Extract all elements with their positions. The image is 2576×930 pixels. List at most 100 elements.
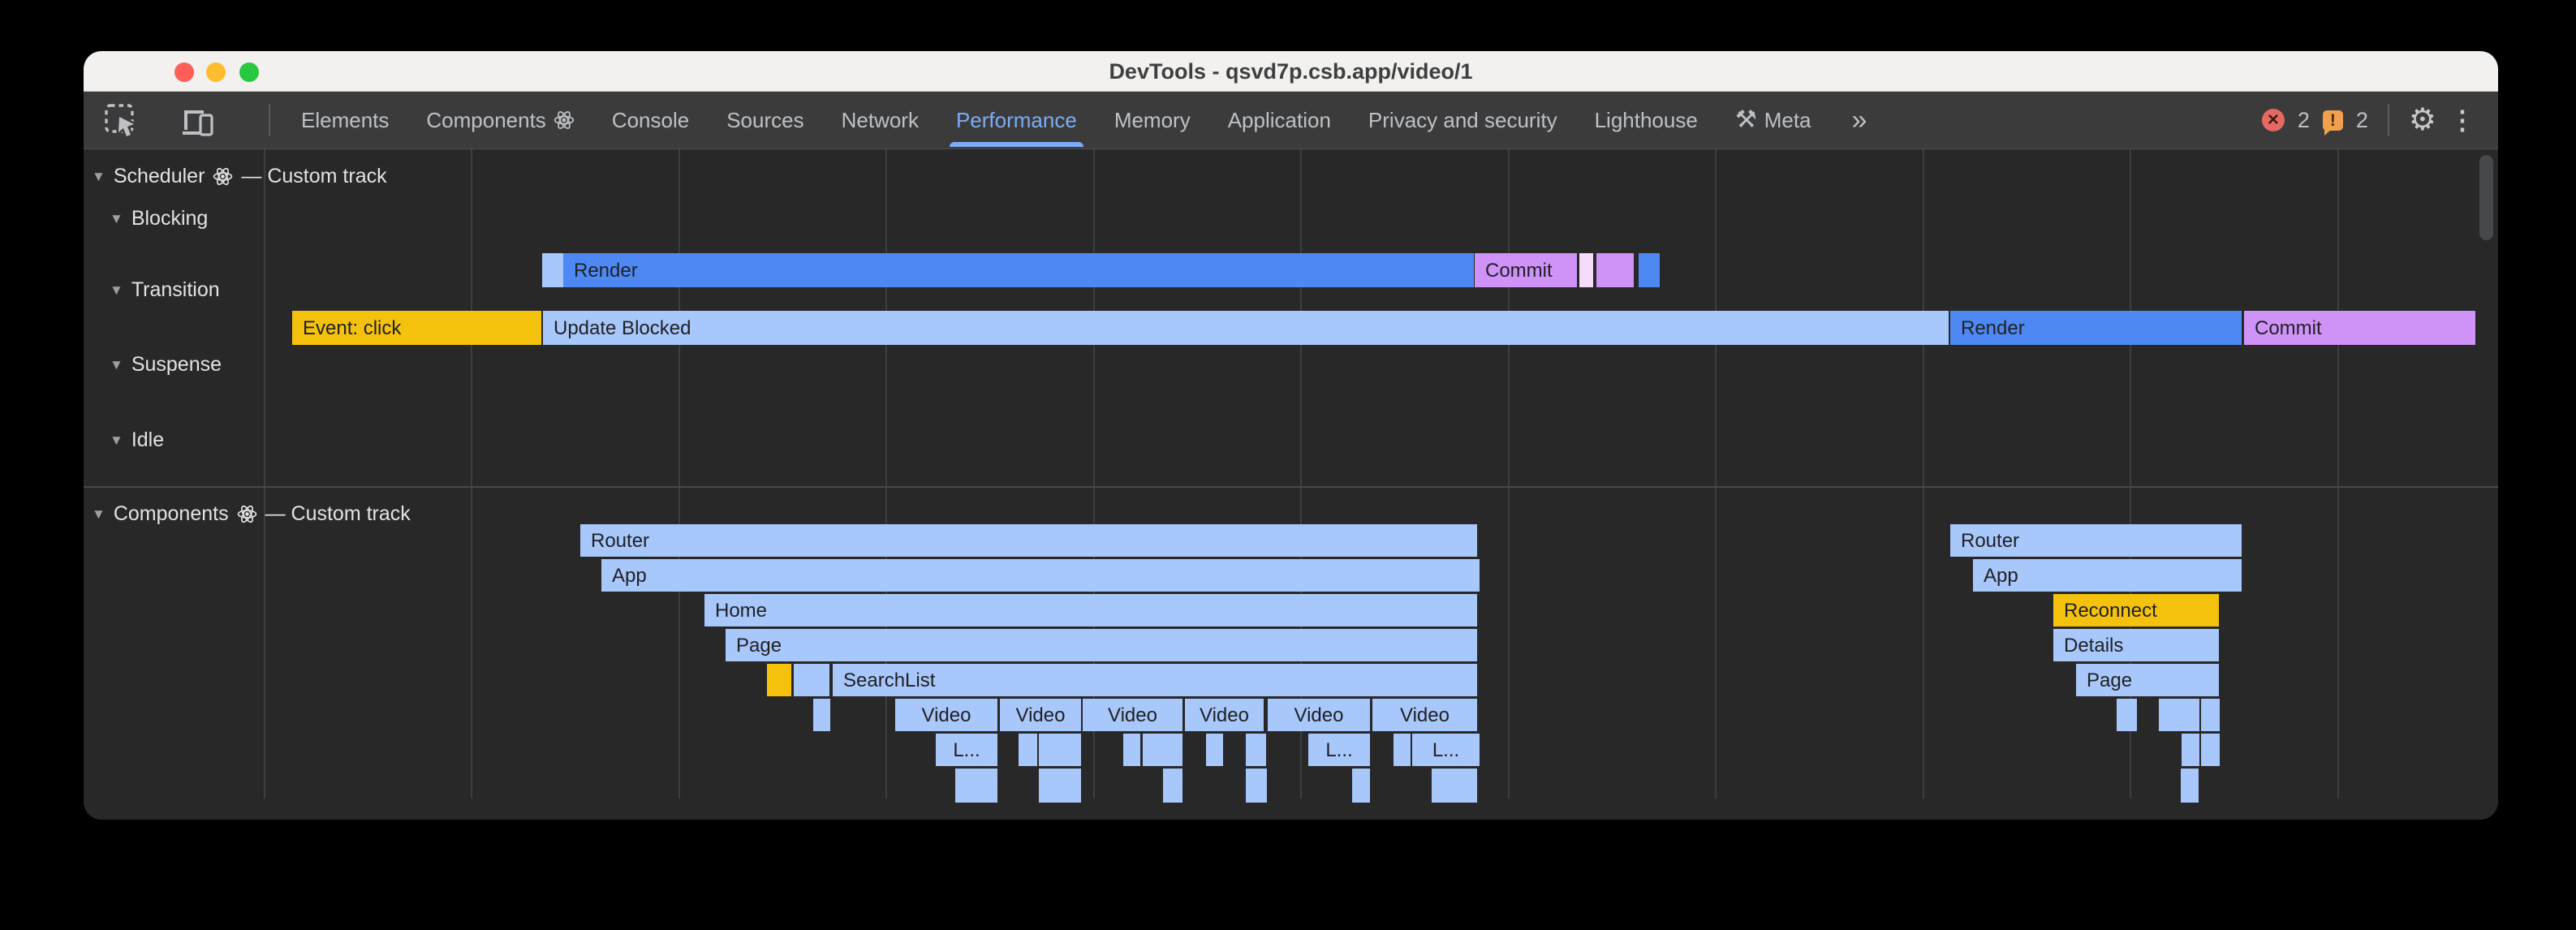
flame-bar[interactable] [1039, 734, 1081, 766]
flame-bar-video[interactable]: Video [895, 699, 997, 731]
tab-privacy-and-security[interactable]: Privacy and security [1368, 92, 1557, 149]
tab-label: Lighthouse [1595, 92, 1698, 149]
more-tabs[interactable]: » [1849, 92, 1867, 149]
flame-bar-render[interactable]: Render [563, 253, 1474, 287]
flame-bar-home[interactable]: Home [704, 594, 1477, 626]
flame-bar-commit[interactable]: Commit [1475, 253, 1577, 287]
flame-bar-page[interactable]: Page [726, 629, 1477, 661]
track-header-label: Components [114, 502, 229, 526]
toolbar-divider [2388, 104, 2389, 136]
tab-elements[interactable]: Elements [301, 92, 389, 149]
track-header-components[interactable]: ▼ Components — Custom track [92, 502, 411, 526]
flame-bar[interactable] [1019, 734, 1037, 766]
flame-bar-router[interactable]: Router [580, 524, 1477, 557]
tab-console[interactable]: Console [612, 92, 689, 149]
tab-performance[interactable]: Performance [956, 92, 1077, 149]
more-options-icon[interactable]: ⋮ [2449, 105, 2475, 136]
track-header-suffix: — Custom track [265, 502, 411, 526]
flame-bar-page[interactable]: Page [2076, 664, 2219, 696]
flame-bar[interactable] [1039, 769, 1081, 803]
flame-bar[interactable] [2182, 734, 2199, 766]
flame-bar[interactable] [1394, 734, 1411, 766]
flame-bar[interactable] [2201, 734, 2220, 766]
flame-bar-update-blocked[interactable]: Update Blocked [543, 311, 1949, 345]
tab-components[interactable]: Components [426, 92, 574, 149]
error-count-icon[interactable]: × [2262, 109, 2285, 131]
vertical-scrollbar[interactable] [2479, 155, 2493, 240]
flame-bar-l-[interactable]: L... [1308, 734, 1370, 766]
flame-bar[interactable] [1432, 769, 1477, 803]
flame-bar[interactable] [1639, 253, 1660, 287]
warning-count-icon[interactable]: ! [2323, 110, 2343, 131]
tab-label: Console [612, 92, 689, 149]
lane-label-text: Idle [131, 428, 164, 452]
flame-bar[interactable] [1163, 769, 1182, 803]
gridline [1715, 149, 1717, 799]
tab-lighthouse[interactable]: Lighthouse [1595, 92, 1698, 149]
tab-label: Meta [1764, 92, 1811, 149]
lane-label-blocking[interactable]: ▼ Blocking [110, 207, 208, 230]
flame-bar-reconnect[interactable]: Reconnect [2053, 594, 2219, 626]
tab-label: Elements [301, 92, 389, 149]
tab-label: Components [426, 92, 545, 149]
flame-bar[interactable] [1206, 734, 1223, 766]
tab-network[interactable]: Network [842, 92, 919, 149]
collapse-triangle-icon[interactable]: ▼ [110, 357, 123, 373]
flame-bar[interactable] [1123, 734, 1140, 766]
device-toolbar-icon[interactable] [179, 102, 215, 138]
track-header-scheduler[interactable]: ▼Scheduler— Custom track [92, 165, 387, 188]
flame-bar[interactable] [2181, 769, 2199, 803]
flame-bar-router[interactable]: Router [1950, 524, 2242, 557]
flame-bar[interactable] [1352, 769, 1370, 803]
flame-bar[interactable] [2117, 699, 2137, 731]
warning-count[interactable]: 2 [2356, 108, 2368, 133]
collapse-triangle-icon[interactable]: ▼ [110, 433, 123, 449]
flame-bar[interactable] [1596, 253, 1634, 287]
flame-bar[interactable] [542, 253, 563, 287]
flame-bar[interactable] [1246, 734, 1266, 766]
flame-bar-event-click[interactable]: Event: click [292, 311, 541, 345]
flame-bar-searchlist[interactable]: SearchList [833, 664, 1477, 696]
tab-memory[interactable]: Memory [1114, 92, 1191, 149]
flame-bar[interactable] [813, 699, 830, 731]
flame-bar-l-[interactable]: L... [936, 734, 997, 766]
collapse-triangle-icon[interactable]: ▼ [92, 506, 106, 523]
tab-label: Network [842, 92, 919, 149]
flame-bar-app[interactable]: App [601, 559, 1480, 592]
error-count[interactable]: 2 [2298, 108, 2310, 133]
flame-bar-details[interactable]: Details [2053, 629, 2219, 661]
flame-bar[interactable] [2201, 699, 2220, 731]
flame-bar-l-[interactable]: L... [1412, 734, 1480, 766]
flame-bar-video[interactable]: Video [1372, 699, 1477, 731]
flame-bar[interactable] [955, 769, 997, 803]
toolbar-divider [269, 104, 270, 136]
tab-meta[interactable]: ⚒Meta [1735, 92, 1811, 149]
collapse-triangle-icon[interactable]: ▼ [110, 211, 123, 227]
lane-label-text: Blocking [131, 207, 209, 230]
flame-bar-commit[interactable]: Commit [2244, 311, 2475, 345]
collapse-triangle-icon[interactable]: ▼ [92, 169, 106, 185]
lane-label-idle[interactable]: ▼ Idle [110, 428, 164, 452]
lane-label-suspense[interactable]: ▼Suspense [110, 353, 222, 377]
flame-bar[interactable] [1246, 769, 1267, 803]
tab-application[interactable]: Application [1228, 92, 1331, 149]
flame-bar-video[interactable]: Video [1268, 699, 1370, 731]
flame-bar-render[interactable]: Render [1950, 311, 2242, 345]
performance-timeline: ▼Scheduler— Custom track▼Blocking▼Transi… [84, 149, 2498, 820]
flame-bar[interactable] [1143, 734, 1182, 766]
flame-bar-video[interactable]: Video [1000, 699, 1081, 731]
settings-gear-icon[interactable]: ⚙ [2409, 92, 2436, 149]
flame-bar[interactable] [1579, 253, 1593, 287]
lane-label-transition[interactable]: ▼Transition [110, 278, 220, 302]
flame-bar-app[interactable]: App [1973, 559, 2242, 592]
tools-icon: ⚒ [1735, 92, 1757, 149]
tab-sources[interactable]: Sources [726, 92, 803, 149]
flame-bar[interactable] [767, 664, 791, 696]
collapse-triangle-icon[interactable]: ▼ [110, 282, 123, 299]
flame-bar[interactable] [2159, 699, 2199, 731]
flame-bar[interactable] [794, 664, 829, 696]
flame-bar-video[interactable]: Video [1185, 699, 1264, 731]
track-separator [84, 486, 2498, 488]
flame-bar-video[interactable]: Video [1083, 699, 1182, 731]
inspect-element-icon[interactable] [103, 102, 139, 138]
